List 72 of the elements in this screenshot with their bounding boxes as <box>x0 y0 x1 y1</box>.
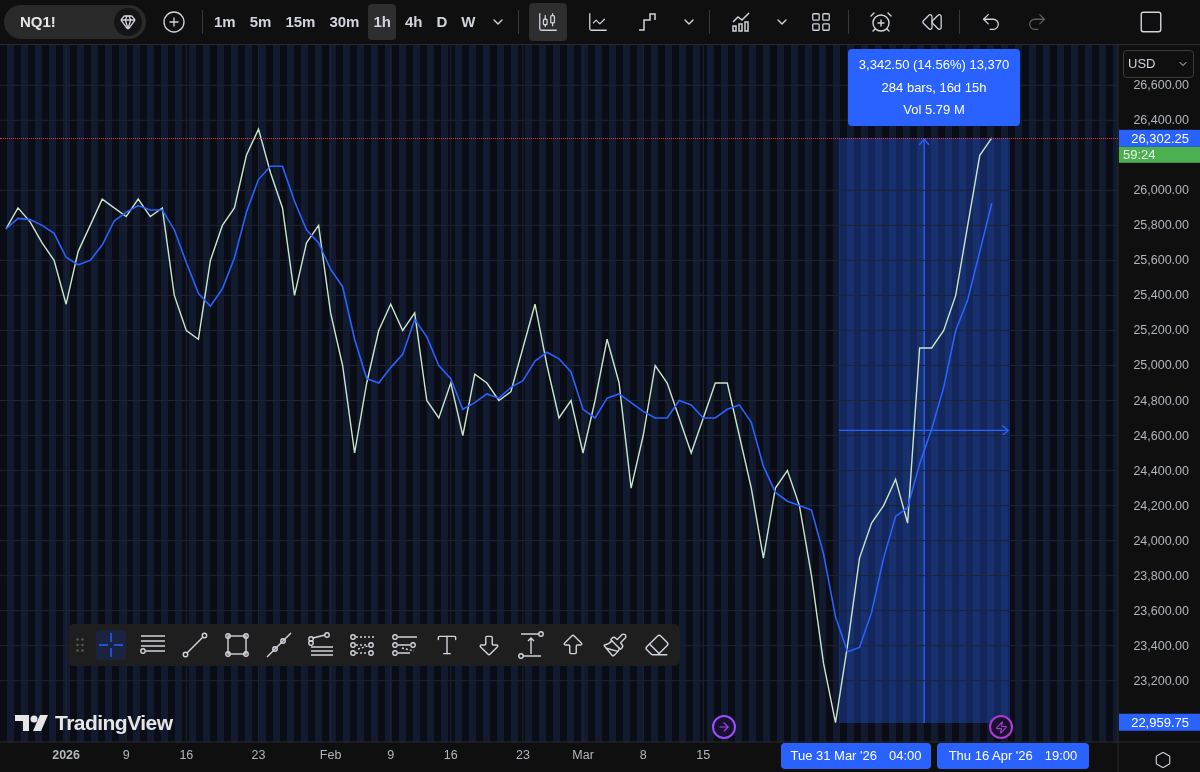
time-tick-label: 2026 <box>52 748 80 762</box>
interval-button[interactable]: 15m <box>280 4 321 40</box>
price-tick-label: 25,800.00 <box>1133 218 1189 233</box>
drawing-tool-button[interactable] <box>516 630 546 660</box>
crosshair-icon <box>96 630 126 660</box>
interval-button[interactable]: 1h <box>368 4 396 40</box>
logo-text: TradingView <box>55 710 173 736</box>
trend-line-icon <box>180 630 210 660</box>
end-time: 19:00 <box>1044 747 1078 766</box>
time-tick-label: 15 <box>696 748 711 762</box>
interval-button[interactable]: 1m <box>209 4 241 40</box>
rectangle-icon <box>222 630 252 660</box>
symbol-search[interactable]: NQ1! <box>4 5 146 39</box>
price-tick-label: 23,800.00 <box>1133 568 1189 583</box>
measure-reading: 284 bars, 16d 15h <box>881 78 987 97</box>
price-tick-label: 23,200.00 <box>1133 673 1189 688</box>
price-tick-label: 23,400.00 <box>1133 638 1189 653</box>
price-tick-label: 24,200.00 <box>1133 498 1189 513</box>
time-tick-label: 16 <box>443 748 458 762</box>
price-tick-label: 23,600.00 <box>1133 603 1189 618</box>
chart-type-button[interactable] <box>529 3 568 41</box>
interval-button[interactable]: W <box>456 4 481 40</box>
price-tick-label: 25,600.00 <box>1133 253 1189 268</box>
drawing-tool-button[interactable] <box>180 630 210 660</box>
drag-handle-icon[interactable] <box>76 638 84 652</box>
price-tick-label: 24,600.00 <box>1133 428 1189 443</box>
measure-reading: Vol 5.79 M <box>903 101 965 119</box>
interval-button[interactable]: 30m <box>324 4 365 40</box>
start-time: 04:00 <box>889 747 922 766</box>
end-date: Thu 16 Apr '26 <box>948 747 1033 766</box>
price-tick-label: 24,000.00 <box>1133 533 1189 548</box>
eraser-icon <box>644 632 670 658</box>
measure-icon <box>516 630 546 660</box>
add-icon <box>162 10 186 34</box>
square-icon <box>1138 9 1164 35</box>
interval-button[interactable]: 5m <box>244 4 277 40</box>
drawing-tool-button[interactable] <box>264 630 294 660</box>
interval-button[interactable]: 4h <box>399 4 428 40</box>
alarm-clock-icon <box>869 10 894 34</box>
price-tick-label: 24,800.00 <box>1133 393 1189 408</box>
logo-icon <box>15 712 51 733</box>
interval-button[interactable]: D <box>431 4 453 40</box>
price-tick-label: 25,000.00 <box>1133 358 1189 373</box>
brush-icon <box>602 632 628 658</box>
candlestick-icon <box>537 11 560 33</box>
grid-icon <box>810 11 833 33</box>
time-tick-label: Feb <box>319 748 342 762</box>
time-tick-label: 8 <box>639 748 647 762</box>
time-tick-label: Mar <box>572 748 594 762</box>
price-tick-label: 26,400.00 <box>1133 113 1189 128</box>
start-date: Tue 31 Mar '26 <box>790 747 877 766</box>
price-tick-label: 25,400.00 <box>1133 288 1189 303</box>
price-tick-label: 24,400.00 <box>1133 463 1189 478</box>
diamond-icon <box>120 14 136 30</box>
time-tick-label: 9 <box>122 748 130 762</box>
time-tick-label: 16 <box>179 748 194 762</box>
measure-reading: 3,342.50 (14.56%) 13,370 <box>858 56 1010 74</box>
price-tick-label: 25,200.00 <box>1133 323 1189 338</box>
time-tick-label: 23 <box>516 748 530 762</box>
settings-icon <box>1154 751 1172 769</box>
price-tick-label: 26,000.00 <box>1133 183 1189 198</box>
measure-range[interactable] <box>839 137 1010 723</box>
drawing-tool-button[interactable] <box>222 630 252 660</box>
line-chart-icon <box>587 11 610 33</box>
rewind-icon <box>921 11 944 33</box>
price-tick-label: 26,600.00 <box>1133 78 1189 93</box>
diamond-button[interactable] <box>114 8 142 36</box>
currency-dropdown[interactable]: USD <box>1123 50 1194 78</box>
time-tick-label: 9 <box>387 748 395 762</box>
time-tick-label: 23 <box>251 748 266 762</box>
symbol-name[interactable]: NQ1! <box>20 10 56 34</box>
ray-icon <box>264 630 294 660</box>
